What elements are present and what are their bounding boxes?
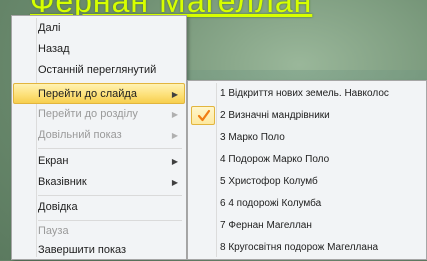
submenu-item-slide-6[interactable]: 6 4 подорожі Колумба [190, 193, 426, 215]
slide-item-label: 6 4 подорожі Колумба [220, 198, 322, 209]
chevron-right-icon: ▶ [171, 157, 178, 166]
menu-item-label: Екран [38, 155, 69, 167]
slideshow-context-menu: Далі Назад Останній переглянутий Перейти… [11, 15, 187, 260]
chevron-right-icon: ▶ [171, 178, 178, 187]
menu-separator [38, 195, 182, 196]
slide-item-label: 1 Відкриття нових земель. Навколос [220, 88, 389, 99]
menu-item-label: Перейти до слайда [38, 88, 137, 100]
chevron-right-icon: ▶ [171, 90, 178, 99]
menu-item-label: Вказівник [38, 176, 87, 188]
menu-item-label: Довідка [38, 201, 78, 213]
menu-item-help[interactable]: Довідка [14, 197, 184, 218]
slide-item-label: 7 Фернан Магеллан [220, 220, 312, 231]
go-to-slide-submenu: 1 Відкриття нових земель. Навколос 2 Виз… [187, 80, 427, 260]
menu-item-label: Перейти до розділу [38, 108, 138, 120]
chevron-right-icon: ▶ [171, 131, 178, 140]
checkmark-icon [197, 109, 211, 122]
submenu-item-slide-8[interactable]: 8 Кругосвітня подорож Магеллана [190, 237, 426, 259]
menu-item-label: Далі [38, 22, 61, 34]
menu-item-previous[interactable]: Назад [14, 39, 184, 60]
checked-indicator [191, 106, 215, 125]
slide-item-label: 5 Христофор Колумб [220, 176, 318, 187]
menu-item-pointer-options[interactable]: Вказівник ▶ [14, 172, 184, 193]
menu-item-label: Назад [38, 43, 70, 55]
menu-item-label: Завершити показ [38, 244, 127, 256]
menu-item-go-to-section[interactable]: Перейти до розділу ▶ [14, 104, 184, 125]
menu-item-label: Довільний показ [38, 129, 122, 141]
menu-item-end-show[interactable]: Завершити показ [14, 240, 184, 261]
menu-item-next[interactable]: Далі [14, 18, 184, 39]
submenu-item-slide-1[interactable]: 1 Відкриття нових земель. Навколос [190, 83, 426, 105]
submenu-item-slide-7[interactable]: 7 Фернан Магеллан [190, 215, 426, 237]
menu-item-go-to-slide[interactable]: Перейти до слайда ▶ [13, 83, 185, 104]
submenu-item-slide-5[interactable]: 5 Христофор Колумб [190, 171, 426, 193]
menu-item-pause[interactable]: Пауза [14, 221, 184, 242]
menu-item-custom-show[interactable]: Довільний показ ▶ [14, 125, 184, 146]
slide-item-label: 2 Визначні мандрівники [220, 110, 330, 121]
menu-item-label: Пауза [38, 225, 69, 237]
menu-item-screen[interactable]: Екран ▶ [14, 151, 184, 172]
slide-item-label: 8 Кругосвітня подорож Магеллана [220, 242, 379, 253]
chevron-right-icon: ▶ [171, 110, 178, 119]
menu-separator [38, 148, 182, 149]
menu-item-last-viewed[interactable]: Останній переглянутий [14, 60, 184, 81]
submenu-item-slide-2[interactable]: 2 Визначні мандрівники [190, 105, 426, 127]
menu-item-label: Останній переглянутий [38, 64, 157, 76]
submenu-item-slide-4[interactable]: 4 Подорож Марко Поло [190, 149, 426, 171]
slide-item-label: 3 Марко Поло [220, 132, 285, 143]
slide-item-label: 4 Подорож Марко Поло [220, 154, 330, 165]
submenu-item-slide-3[interactable]: 3 Марко Поло [190, 127, 426, 149]
